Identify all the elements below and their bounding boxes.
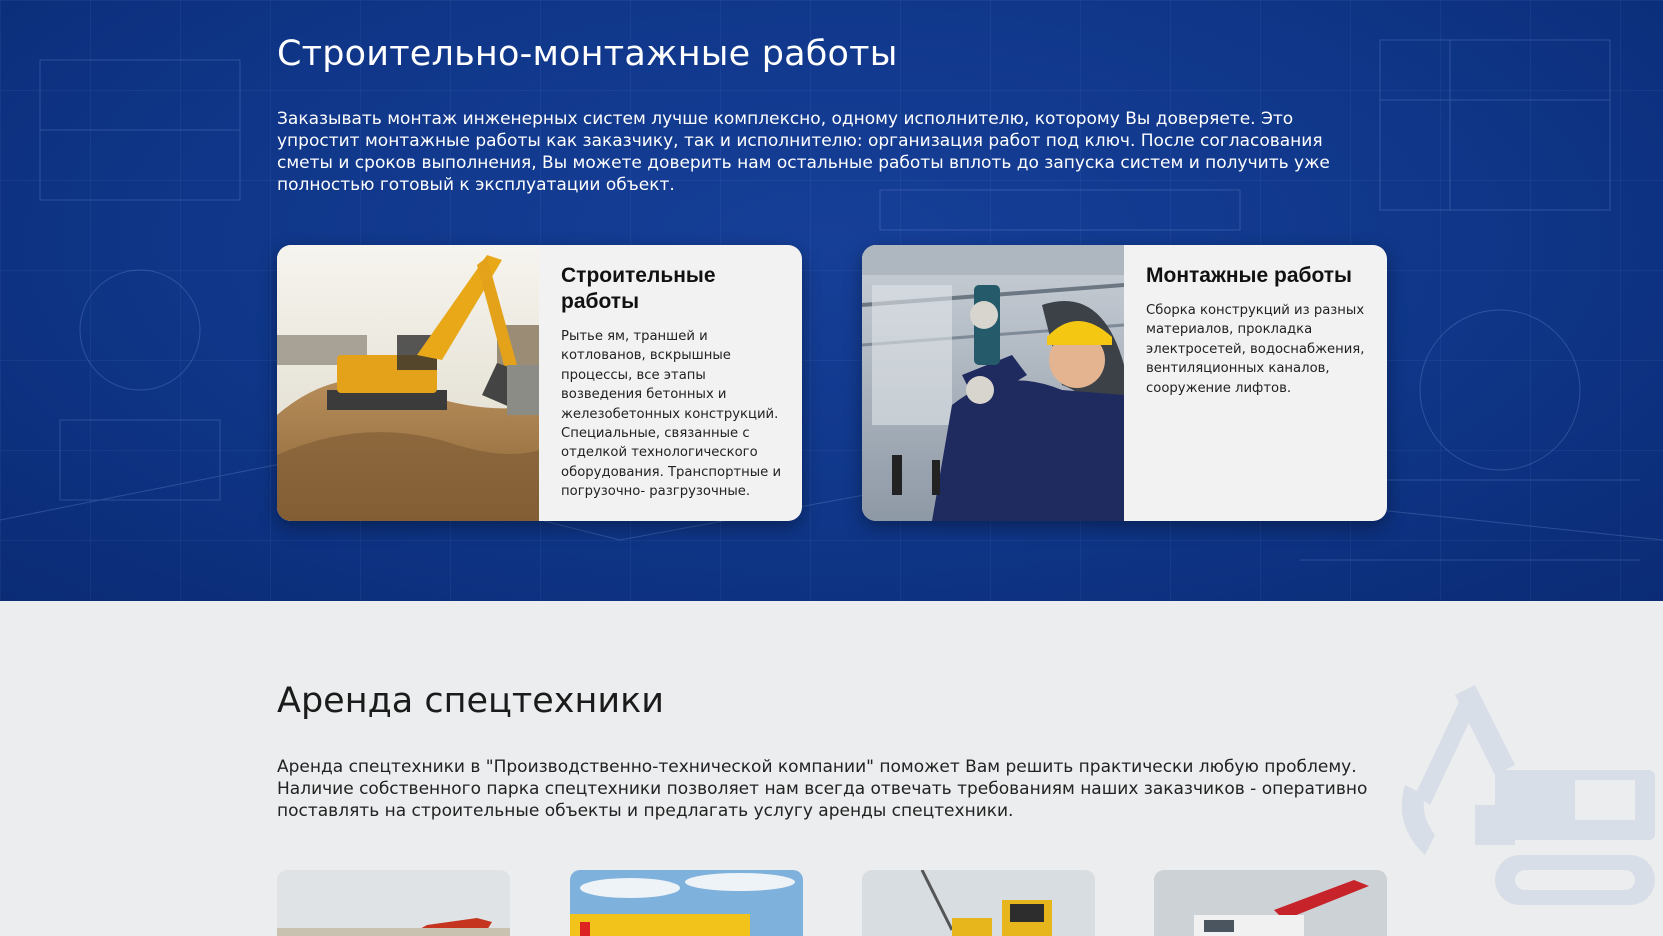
rental-card-red-excavator[interactable] bbox=[277, 870, 510, 936]
construction-section: Строительно-монтажные работы Заказывать … bbox=[0, 0, 1663, 601]
rental-card-yellow-crane[interactable] bbox=[570, 870, 803, 936]
construction-title: Строительно-монтажные работы bbox=[277, 34, 898, 74]
rental-card-loaders[interactable] bbox=[862, 870, 1095, 936]
excavator-icon bbox=[1401, 685, 1655, 905]
yellow-crane-photo bbox=[570, 870, 803, 936]
rental-title: Аренда спецтехники bbox=[277, 681, 664, 721]
card-construction-works[interactable]: Строительные работы Рытье ям, траншей и … bbox=[277, 245, 802, 521]
card-description: Сборка конструкций из разных материалов,… bbox=[1146, 303, 1365, 396]
card-title: Строительные работы bbox=[561, 264, 716, 313]
rental-card-crane-truck[interactable] bbox=[1154, 870, 1387, 936]
loaders-photo bbox=[862, 870, 1095, 936]
construction-intro: Заказывать монтаж инженерных систем лучш… bbox=[277, 109, 1330, 195]
card-description: Рытье ям, траншей и котлованов, вскрышны… bbox=[561, 329, 782, 500]
crane-truck-photo bbox=[1154, 870, 1387, 936]
red-excavator-photo bbox=[277, 870, 510, 936]
blueprint-sketch-background bbox=[0, 39, 1663, 561]
rental-intro: Аренда спецтехники в "Производственно-те… bbox=[277, 757, 1368, 821]
excavator-photo bbox=[277, 245, 539, 521]
card-title: Монтажные работы bbox=[1146, 264, 1352, 287]
worker-drilling-photo bbox=[862, 245, 1124, 521]
card-installation-works[interactable]: Монтажные работы Сборка конструкций из р… bbox=[862, 245, 1387, 521]
